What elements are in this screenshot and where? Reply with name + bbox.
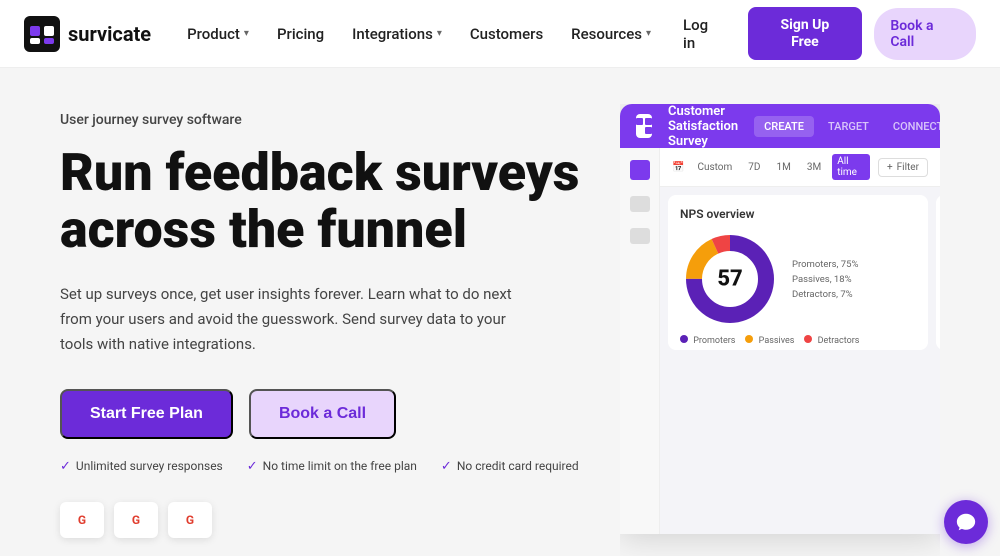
- brand-logo-icon: [24, 16, 60, 52]
- signup-button[interactable]: Sign Up Free: [748, 7, 863, 61]
- nav-customers-label: Customers: [470, 25, 543, 43]
- nps-title: NPS overview: [680, 207, 916, 221]
- nps-card: NPS overview: [668, 195, 928, 350]
- sidebar-icon-mail[interactable]: [630, 228, 650, 244]
- legend-passives: Passives: [745, 335, 794, 346]
- nav-product[interactable]: Product ▾: [175, 19, 261, 49]
- hero-buttons: Start Free Plan Book a Call: [60, 389, 580, 439]
- partner-logos: G G G: [60, 502, 580, 538]
- badge-unlimited: ✓ Unlimited survey responses: [60, 459, 223, 474]
- tab-connect[interactable]: CONNECT: [883, 116, 940, 137]
- badge-no-card: ✓ No credit card required: [441, 459, 579, 474]
- dashboard-main: 📅 Custom 7D 1M 3M All time + Filter: [660, 148, 940, 534]
- detractors-dot: [804, 335, 812, 343]
- filter-7d[interactable]: 7D: [743, 160, 765, 175]
- badge-no-limit-label: No time limit on the free plan: [263, 459, 417, 473]
- chevron-down-icon: ▾: [244, 28, 249, 39]
- nav-integrations[interactable]: Integrations ▾: [340, 19, 454, 49]
- legend-promoters: Promoters: [680, 335, 735, 346]
- passives-label: Passives, 18%: [792, 274, 858, 285]
- nps-donut: 57: [680, 229, 780, 329]
- dashboard-body: 📅 Custom 7D 1M 3M All time + Filter: [620, 148, 940, 534]
- g2-logo-2: G: [114, 502, 158, 538]
- dashboard-header: Customer Satisfaction Survey CREATE TARG…: [620, 104, 940, 148]
- nav-pricing[interactable]: Pricing: [265, 19, 336, 49]
- brand-name: survicate: [68, 22, 151, 46]
- filter-plus-icon: +: [887, 162, 893, 173]
- tab-target[interactable]: TARGET: [818, 116, 879, 137]
- time-filters: Custom 7D 1M 3M All time: [692, 154, 870, 180]
- nav-links: Product ▾ Pricing Integrations ▾ Custome…: [175, 19, 663, 49]
- filter-button[interactable]: + Filter: [878, 158, 928, 177]
- calendar-icon: 📅: [672, 162, 684, 173]
- chevron-down-icon: ▾: [437, 28, 442, 39]
- hero-right: Customer Satisfaction Survey CREATE TARG…: [620, 104, 940, 556]
- dashboard-screenshot: Customer Satisfaction Survey CREATE TARG…: [620, 104, 940, 534]
- hero-description: Set up surveys once, get user insights f…: [60, 282, 520, 356]
- charts-row: NPS overview: [660, 187, 940, 534]
- hero-subtitle: User journey survey software: [60, 112, 580, 128]
- chevron-down-icon: ▾: [646, 28, 651, 39]
- nav-right: Log in Sign Up Free Book a Call: [671, 7, 976, 61]
- filter-custom[interactable]: Custom: [692, 160, 737, 175]
- promoters-dot: [680, 335, 688, 343]
- nav-integrations-label: Integrations: [352, 25, 433, 43]
- nps-score: 57: [717, 267, 742, 292]
- badge-no-limit: ✓ No time limit on the free plan: [247, 459, 417, 474]
- hero-badges: ✓ Unlimited survey responses ✓ No time l…: [60, 459, 580, 474]
- navbar: survicate Product ▾ Pricing Integrations…: [0, 0, 1000, 68]
- nps-chart: 57 Promoters, 75% Passives, 18% Detracto…: [680, 229, 916, 329]
- filter-3m[interactable]: 3M: [802, 160, 826, 175]
- badge-unlimited-label: Unlimited survey responses: [76, 459, 223, 473]
- nps-labels: Promoters, 75% Passives, 18% Detractors,…: [792, 259, 858, 300]
- dashboard-sidebar: [620, 148, 660, 534]
- hero-left: User journey survey software Run feedbac…: [60, 104, 580, 556]
- tab-create[interactable]: CREATE: [754, 116, 814, 137]
- filter-1m[interactable]: 1M: [771, 160, 795, 175]
- dashboard-toolbar: 📅 Custom 7D 1M 3M All time + Filter: [660, 148, 940, 187]
- login-button[interactable]: Log in: [671, 8, 736, 60]
- nav-book-call-button[interactable]: Book a Call: [874, 8, 976, 60]
- promoters-label: Promoters, 75%: [792, 259, 858, 270]
- sidebar-icon-list[interactable]: [630, 196, 650, 212]
- logo[interactable]: survicate: [24, 16, 151, 52]
- book-call-button[interactable]: Book a Call: [249, 389, 396, 439]
- legend-detractors: Detractors: [804, 335, 859, 346]
- dashboard-title: Customer Satisfaction Survey: [668, 104, 738, 149]
- filter-label: Filter: [897, 162, 919, 173]
- detractors-label: Detractors, 7%: [792, 289, 858, 300]
- passives-dot: [745, 335, 753, 343]
- onboarding-card: Onboarding experience 1007550250 10: [936, 195, 940, 350]
- filter-all-time[interactable]: All time: [832, 154, 870, 180]
- chat-bubble-button[interactable]: [944, 500, 988, 544]
- hero-title: Run feedback surveys across the funnel: [60, 144, 580, 258]
- start-free-button[interactable]: Start Free Plan: [60, 389, 233, 439]
- nav-resources-label: Resources: [571, 25, 642, 43]
- sidebar-icon-charts[interactable]: [630, 160, 650, 180]
- g2-logo-1: G: [60, 502, 104, 538]
- hero-section: User journey survey software Run feedbac…: [0, 68, 1000, 556]
- badge-no-card-label: No credit card required: [457, 459, 579, 473]
- nps-legend: Promoters Passives Detractors: [680, 335, 916, 346]
- dashboard-tabs: CREATE TARGET CONNECT LAUNCH: [754, 116, 940, 137]
- nav-product-label: Product: [187, 25, 240, 43]
- dashboard-logo: [636, 114, 652, 138]
- nav-customers[interactable]: Customers: [458, 19, 555, 49]
- nav-pricing-label: Pricing: [277, 25, 324, 43]
- check-icon: ✓: [60, 459, 71, 474]
- check-icon: ✓: [441, 459, 452, 474]
- check-icon: ✓: [247, 459, 258, 474]
- g2-logo-3: G: [168, 502, 212, 538]
- nav-resources[interactable]: Resources ▾: [559, 19, 663, 49]
